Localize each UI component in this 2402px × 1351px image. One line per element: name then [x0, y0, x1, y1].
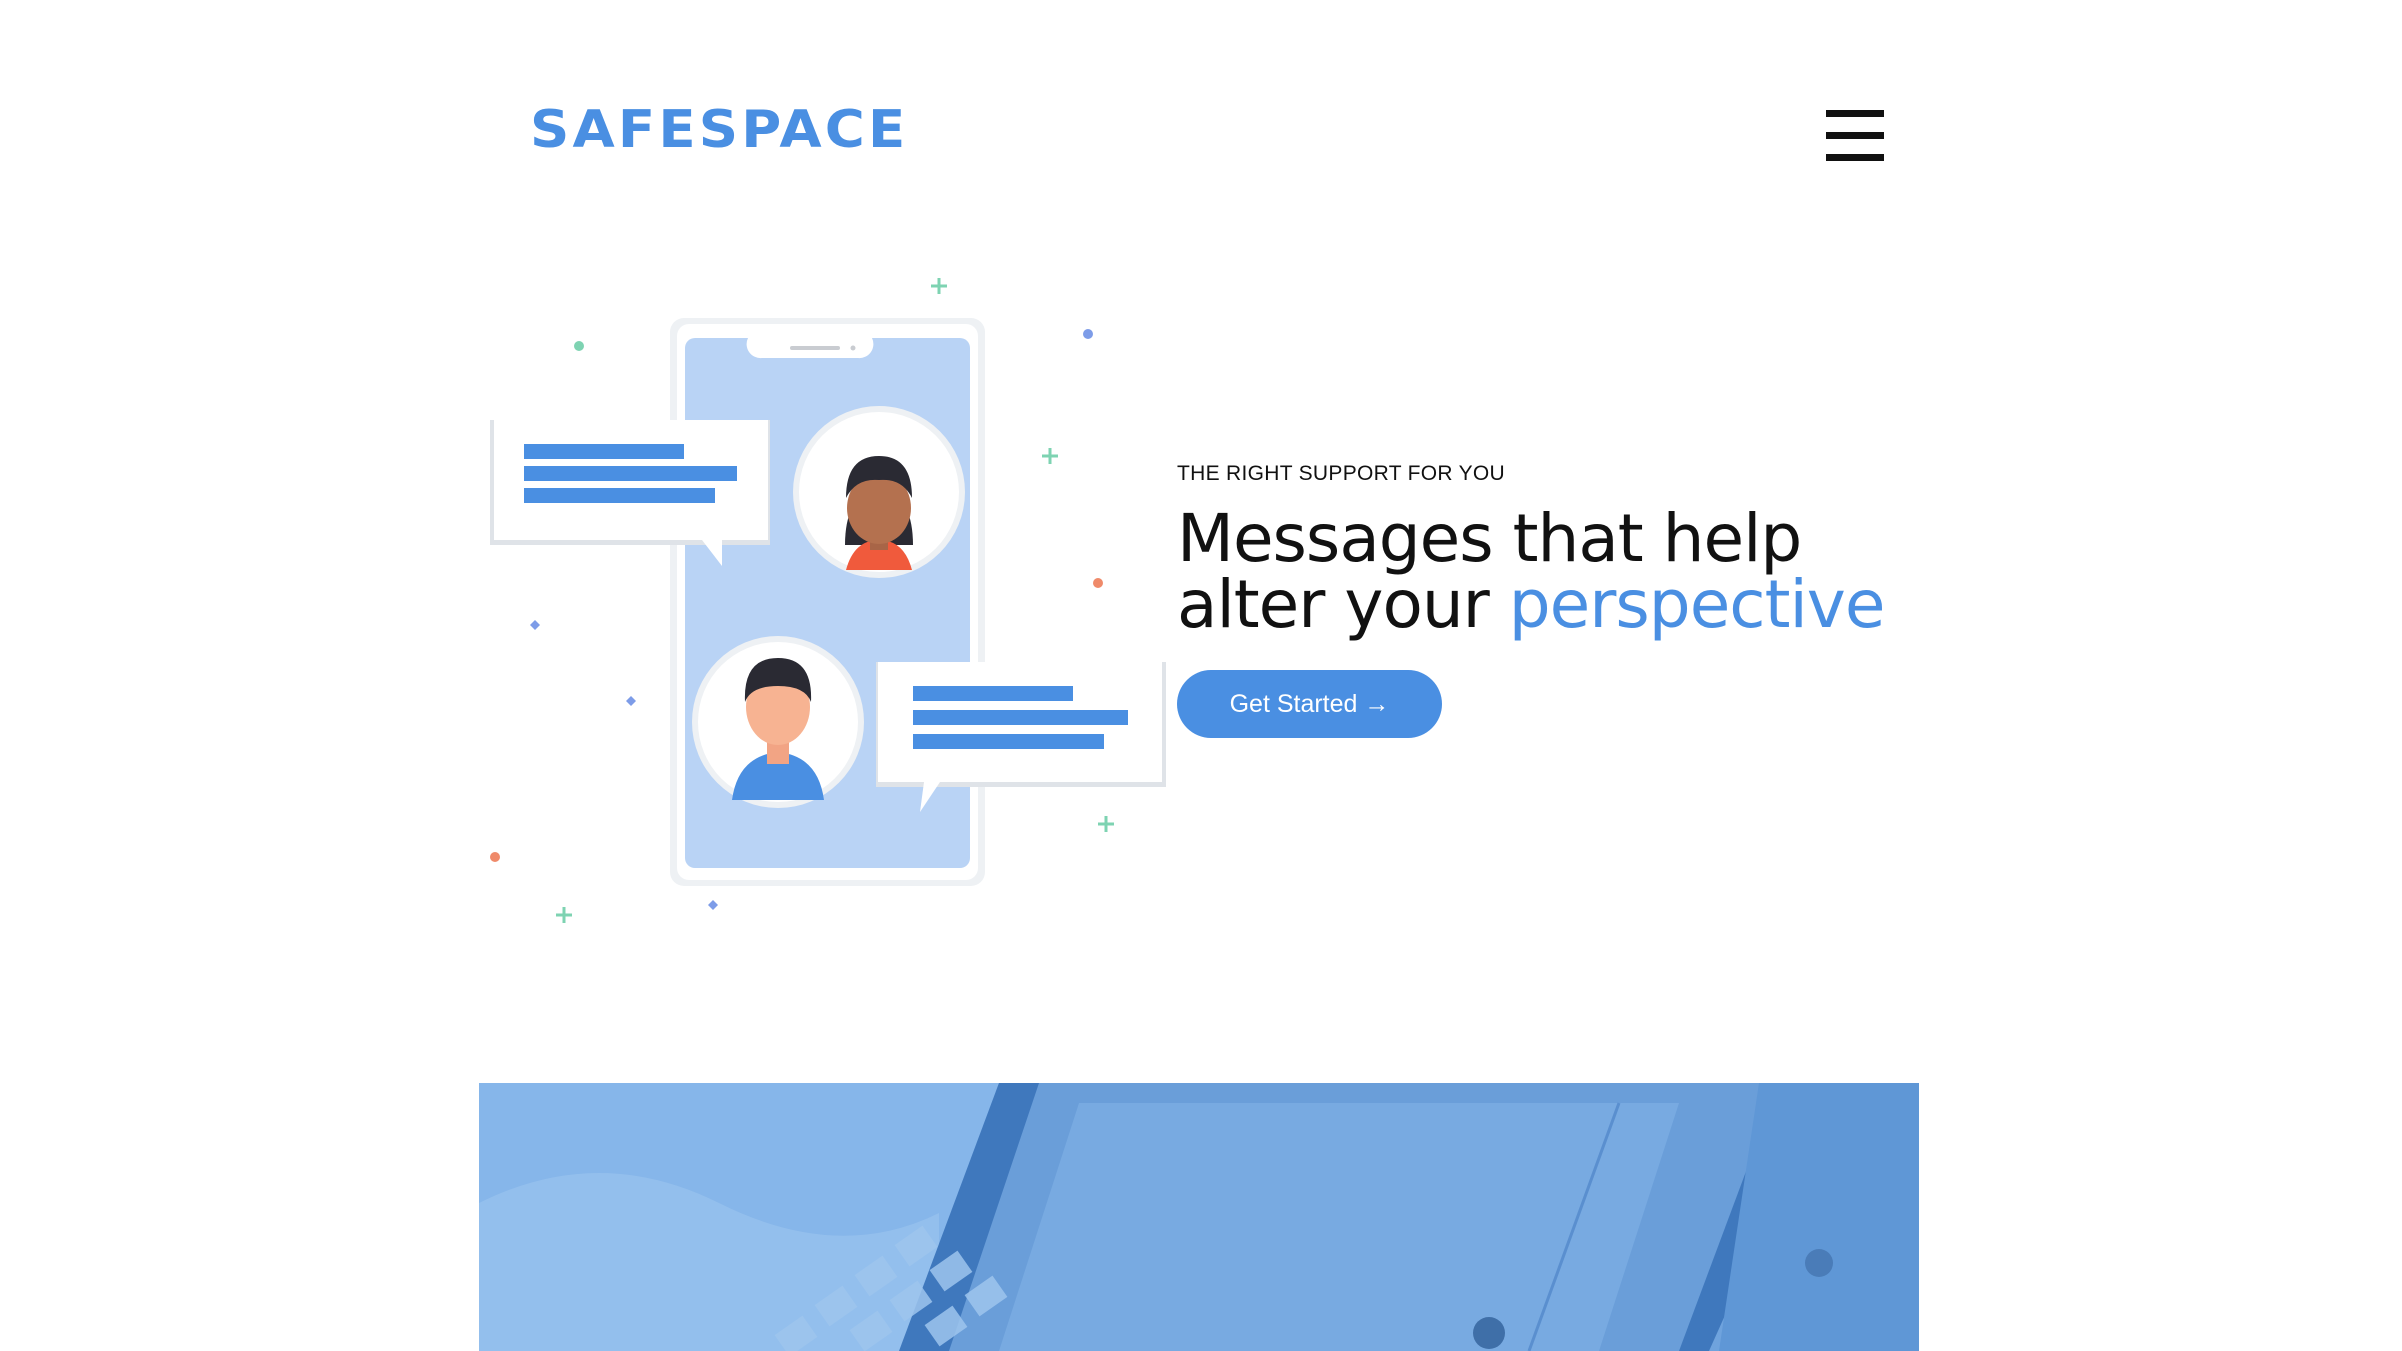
headline-prefix: alter your — [1177, 566, 1490, 643]
laptop-banner-image — [479, 1083, 1919, 1351]
chat-illustration — [490, 278, 1166, 923]
headline-accent: perspective — [1508, 566, 1886, 643]
hamburger-menu-icon[interactable] — [1826, 108, 1884, 161]
hero-headline: Messages that help alter your perspectiv… — [1177, 506, 1937, 638]
menu-bar — [1826, 132, 1884, 139]
message-bubble-top — [490, 420, 770, 566]
phone-graphic — [670, 318, 985, 886]
avatar-woman — [793, 406, 965, 578]
menu-bar — [1826, 110, 1884, 117]
headline-line-1: Messages that help — [1177, 500, 1802, 577]
avatar-man — [692, 636, 864, 808]
headline-line-2: alter your perspective — [1177, 572, 1937, 638]
get-started-button[interactable]: Get Started → — [1177, 670, 1442, 738]
site-logo[interactable]: SAFESPACE — [530, 100, 908, 160]
menu-bar — [1826, 154, 1884, 161]
hero-eyebrow: THE RIGHT SUPPORT FOR YOU — [1177, 462, 1505, 485]
